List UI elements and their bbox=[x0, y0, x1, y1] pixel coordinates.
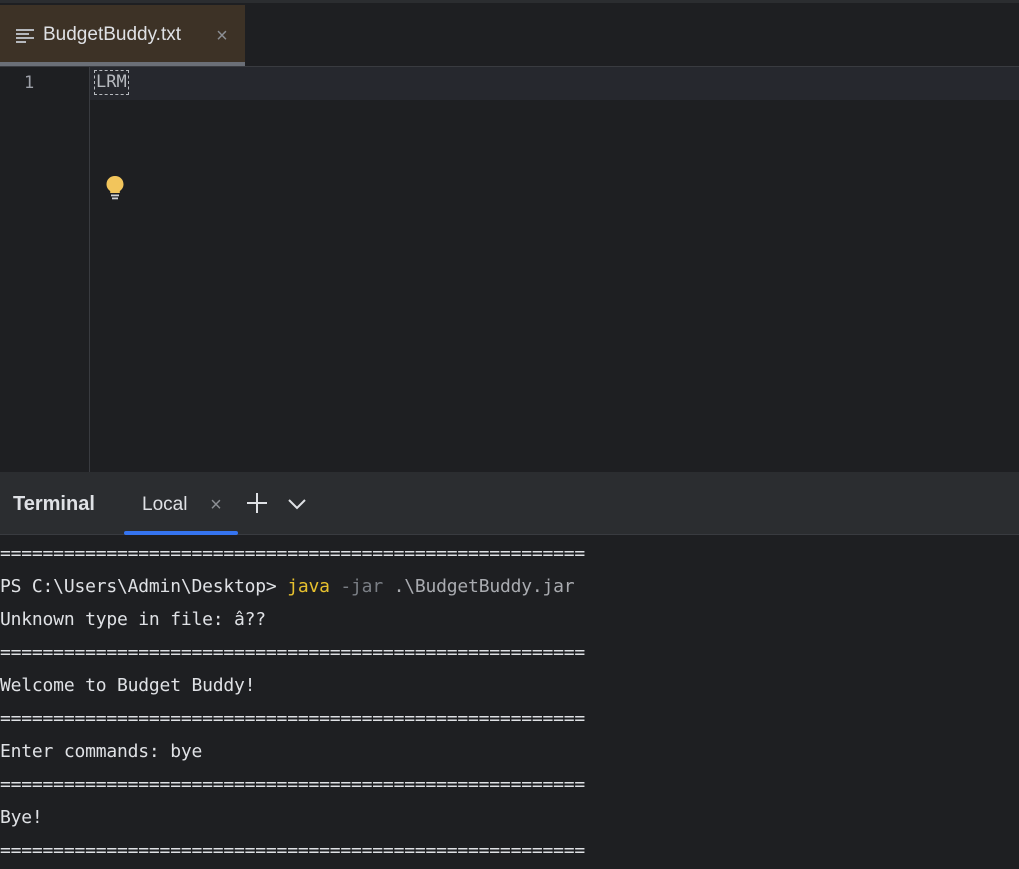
terminal-title: Terminal bbox=[13, 493, 95, 515]
gutter bbox=[0, 67, 89, 100]
lrm-invisible-char-marker: LRM bbox=[94, 70, 129, 95]
separator-line: ========================================… bbox=[0, 642, 586, 663]
editor-tab-bar: BudgetBuddy.txt × bbox=[0, 3, 1019, 67]
command-flag: -jar bbox=[329, 576, 394, 597]
code-editor[interactable]: 1 LRM bbox=[0, 67, 1019, 472]
output-line: Welcome to Budget Buddy! bbox=[0, 675, 256, 696]
lightbulb-icon[interactable] bbox=[105, 175, 125, 201]
close-terminal-tab-icon[interactable]: × bbox=[206, 495, 226, 515]
text-file-icon bbox=[16, 29, 34, 43]
separator-line: ========================================… bbox=[0, 708, 586, 729]
terminal-tab-local[interactable]: Local × bbox=[124, 472, 238, 535]
ide-window: BudgetBuddy.txt × 1 LRM Terminal Local × bbox=[0, 0, 1019, 869]
tab-active-indicator bbox=[0, 62, 245, 66]
terminal-output[interactable]: ========================================… bbox=[0, 535, 1019, 869]
close-tab-icon[interactable]: × bbox=[212, 26, 232, 46]
line-number: 1 bbox=[24, 73, 35, 93]
command-argument: .\BudgetBuddy.jar bbox=[393, 576, 575, 597]
editor-tab-label: BudgetBuddy.txt bbox=[43, 24, 182, 45]
separator-line: ========================================… bbox=[0, 840, 586, 861]
output-line: Enter commands: bye bbox=[0, 741, 203, 762]
separator-line: ========================================… bbox=[0, 774, 586, 795]
command-keyword: java bbox=[287, 576, 330, 597]
current-line-highlight bbox=[90, 67, 1019, 100]
plus-icon[interactable] bbox=[245, 491, 269, 515]
output-line: Unknown type in file: â?? bbox=[0, 609, 266, 630]
chevron-down-icon[interactable] bbox=[286, 494, 308, 514]
separator-line: ========================================… bbox=[0, 543, 586, 564]
command-line: PS C:\Users\Admin\Desktop> java -jar .\B… bbox=[0, 570, 575, 603]
output-line: Bye! bbox=[0, 807, 43, 828]
terminal-tab-label: Local bbox=[142, 494, 188, 515]
gutter-divider bbox=[89, 67, 90, 472]
editor-tab-budgetbuddy[interactable]: BudgetBuddy.txt × bbox=[0, 5, 245, 66]
terminal-toolbar: Terminal Local × bbox=[0, 472, 1019, 535]
shell-prompt: PS C:\Users\Admin\Desktop> bbox=[0, 576, 288, 597]
